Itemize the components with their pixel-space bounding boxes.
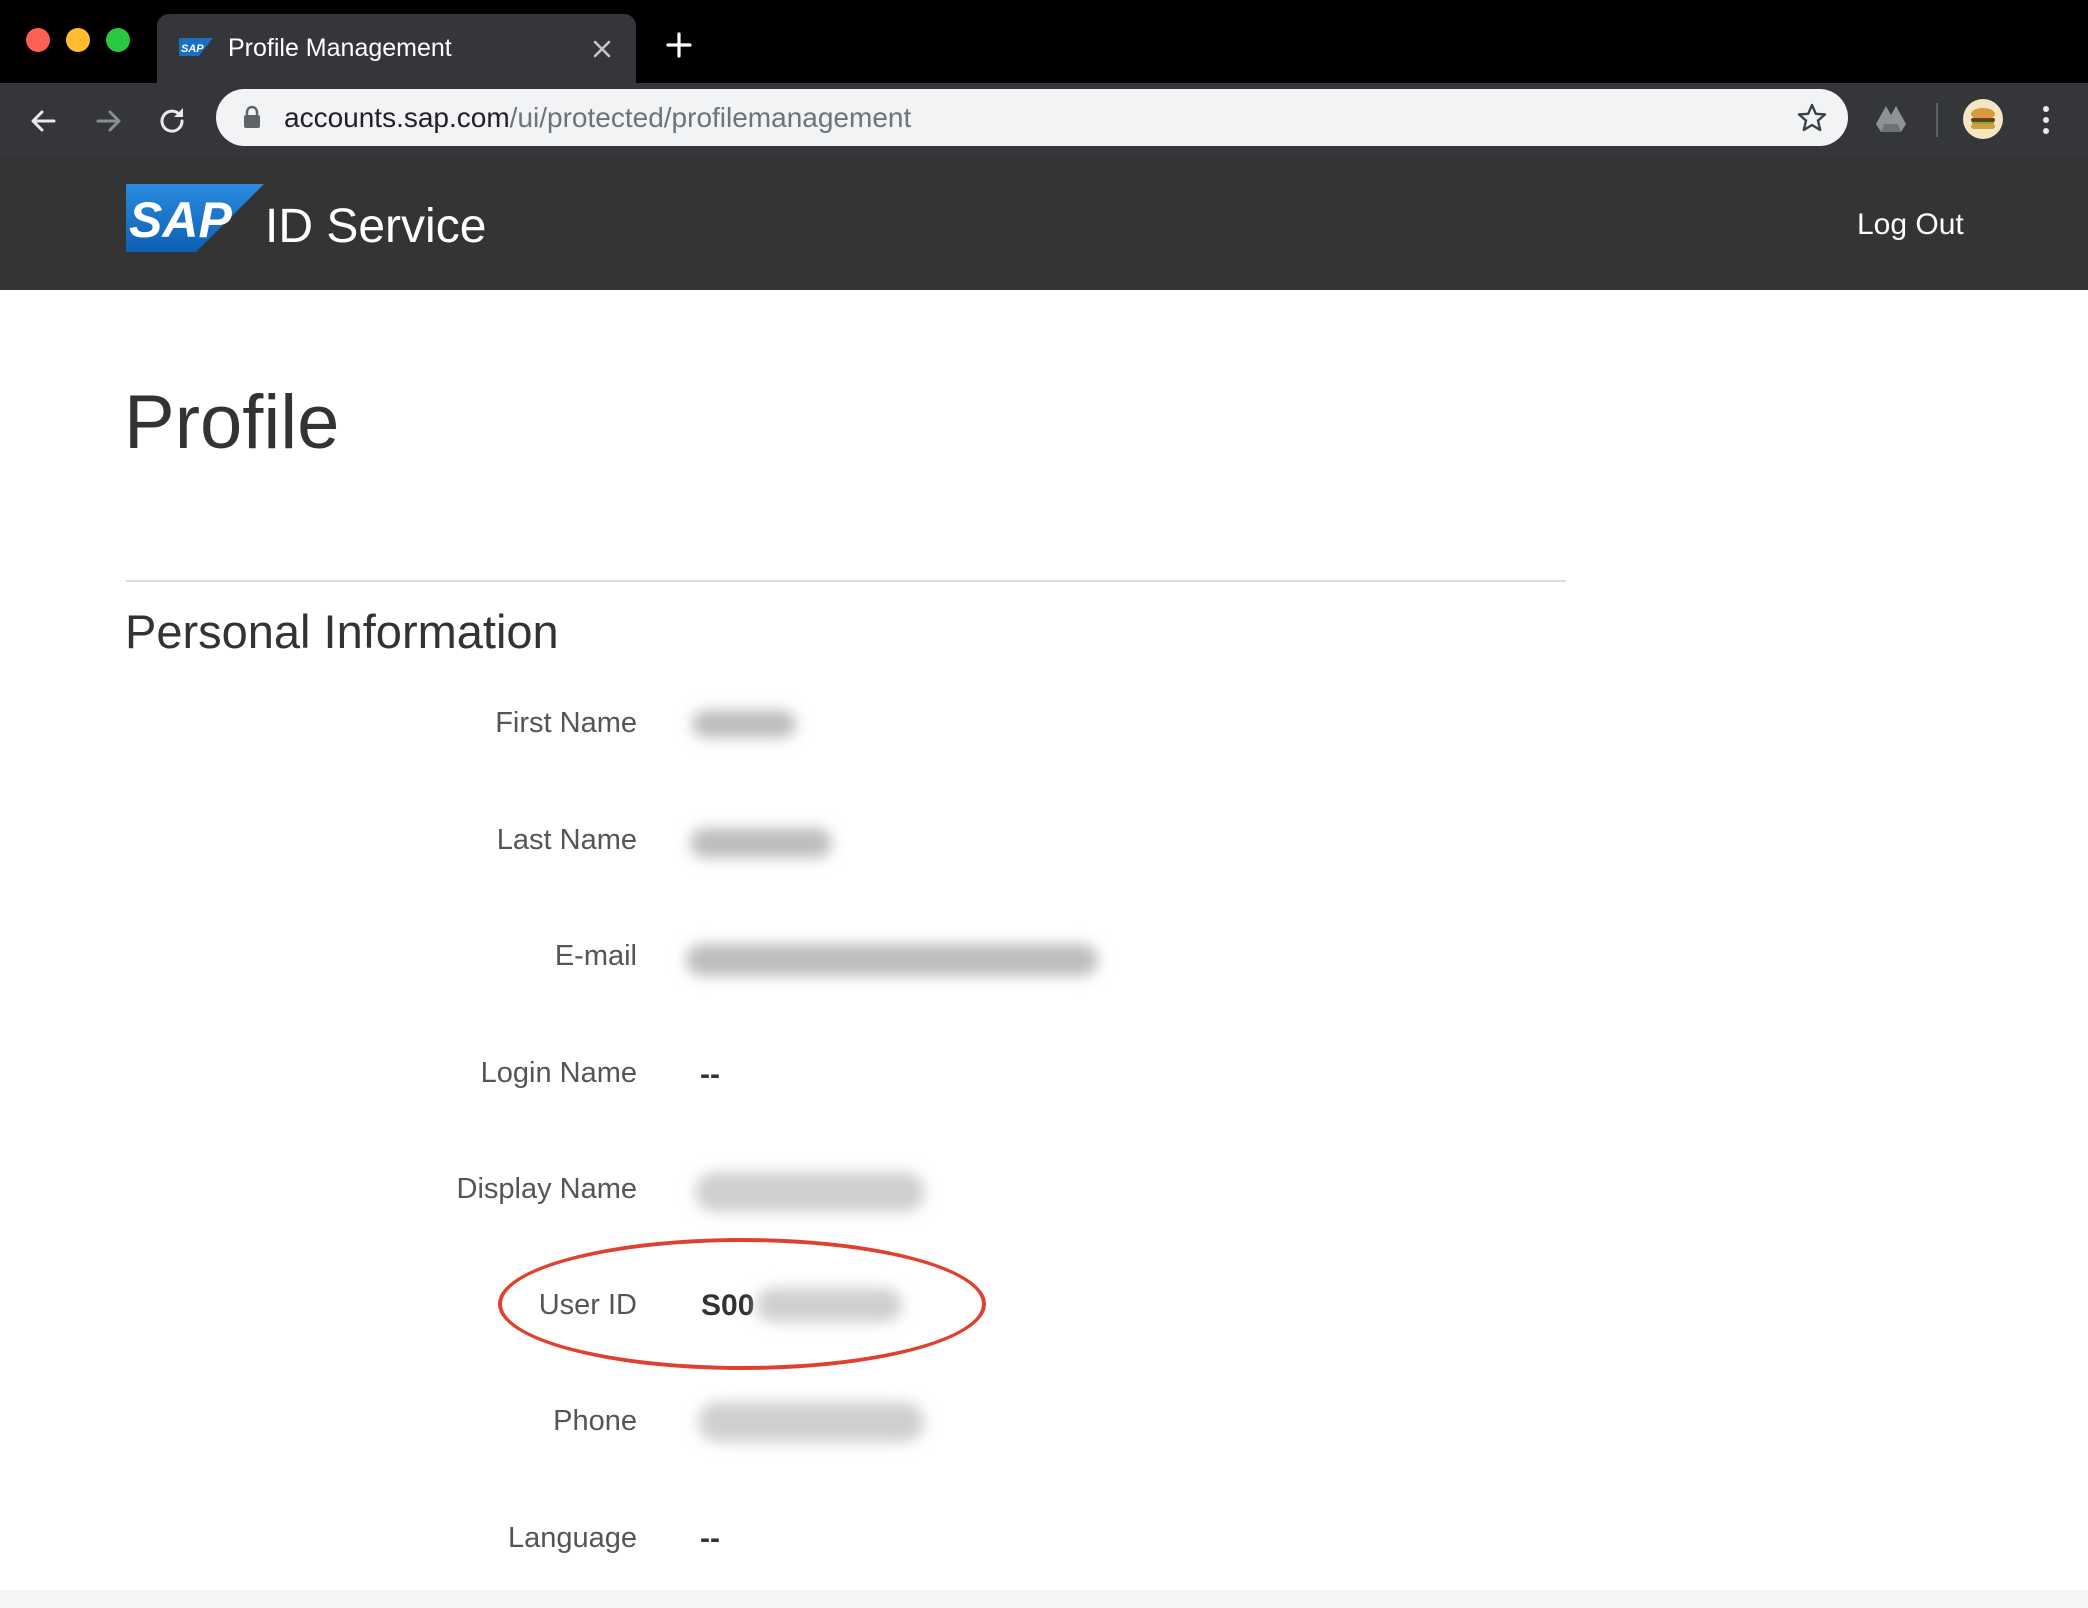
- sap-header: SAP ID Service Log Out: [0, 157, 2088, 290]
- display-name-redacted-value: [695, 1172, 925, 1212]
- toolbar-separator: [1936, 103, 1938, 137]
- first-name-redacted-value: [692, 710, 796, 738]
- first-name-label: First Name: [495, 707, 637, 739]
- email-label: E-mail: [554, 940, 637, 972]
- profile-avatar[interactable]: [1963, 99, 2003, 139]
- phone-label: Phone: [553, 1405, 637, 1437]
- address-bar[interactable]: accounts.sap.com/ui/protected/profileman…: [216, 89, 1848, 146]
- forward-icon[interactable]: [92, 105, 124, 137]
- section-title: Personal Information: [125, 605, 559, 658]
- close-window-button[interactable]: [26, 28, 50, 52]
- page-title: Profile: [124, 380, 340, 465]
- maximize-window-button[interactable]: [106, 28, 130, 52]
- language-label: Language: [507, 1522, 637, 1554]
- plus-icon[interactable]: [664, 30, 694, 60]
- url-host: accounts.sap.com: [284, 102, 510, 133]
- language-value: --: [700, 1522, 720, 1555]
- browser-toolbar: accounts.sap.com/ui/protected/profileman…: [0, 83, 2088, 157]
- reload-icon[interactable]: [156, 105, 188, 137]
- browser-tab-bar: SAP Profile Management: [0, 0, 2088, 83]
- sap-logo[interactable]: SAP: [126, 184, 264, 252]
- section-divider: [126, 580, 1566, 582]
- display-name-label: Display Name: [456, 1173, 638, 1205]
- kebab-icon[interactable]: [2036, 103, 2056, 137]
- close-icon[interactable]: [587, 34, 617, 64]
- last-name-redacted-value: [690, 828, 832, 858]
- login-name-label: Login Name: [480, 1057, 637, 1089]
- url-path: /ui/protected/profilemanagement: [509, 102, 912, 133]
- svg-text:SAP: SAP: [181, 43, 204, 55]
- user-id-highlight-ring: [498, 1238, 986, 1370]
- login-name-value: --: [700, 1058, 720, 1091]
- burger-avatar-icon: [1971, 108, 1995, 129]
- address-url[interactable]: accounts.sap.com/ui/protected/profileman…: [284, 101, 911, 135]
- star-icon[interactable]: [1796, 102, 1828, 134]
- last-name-label: Last Name: [496, 824, 637, 856]
- logout-link[interactable]: Log Out: [1857, 207, 1964, 243]
- lock-icon[interactable]: [242, 105, 262, 129]
- tab-title: Profile Management: [228, 34, 452, 62]
- email-redacted-value: [686, 944, 1098, 976]
- drive-icon[interactable]: [1874, 104, 1908, 134]
- phone-redacted-value: [698, 1402, 924, 1442]
- service-title: ID Service: [265, 200, 487, 253]
- back-icon[interactable]: [28, 105, 60, 137]
- minimize-window-button[interactable]: [66, 28, 90, 52]
- browser-tab-profile-management[interactable]: SAP Profile Management: [157, 14, 636, 83]
- sap-logo-text: SAP: [129, 192, 232, 248]
- sap-favicon-icon: SAP: [179, 38, 213, 56]
- page-bottom-edge: [0, 1590, 2088, 1608]
